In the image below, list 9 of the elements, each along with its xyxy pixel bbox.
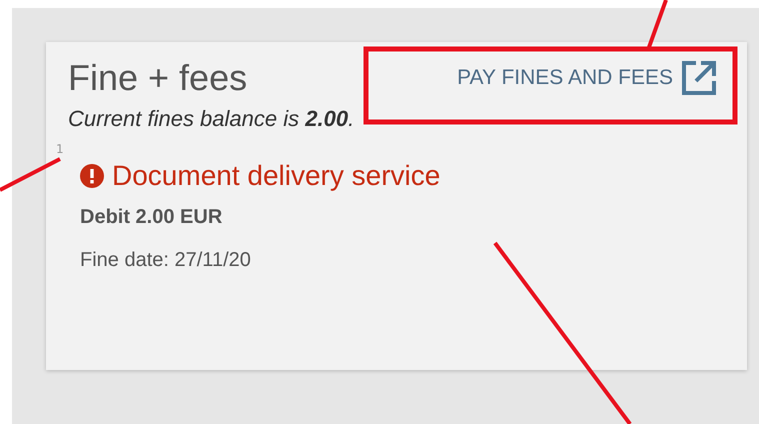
external-link-icon xyxy=(681,60,717,96)
fine-title[interactable]: Document delivery service xyxy=(112,160,440,192)
balance-text: Current fines balance is 2.00. xyxy=(68,106,356,132)
pay-fines-link[interactable]: PAY FINES AND FEES xyxy=(457,56,717,100)
fine-index: 1 xyxy=(56,142,64,156)
annotation-line xyxy=(0,157,61,192)
card-title: Fine + fees xyxy=(68,57,248,99)
fine-date: Fine date: 27/11/20 xyxy=(80,249,252,272)
debit-amount: Debit 2.00 EUR xyxy=(80,206,224,229)
